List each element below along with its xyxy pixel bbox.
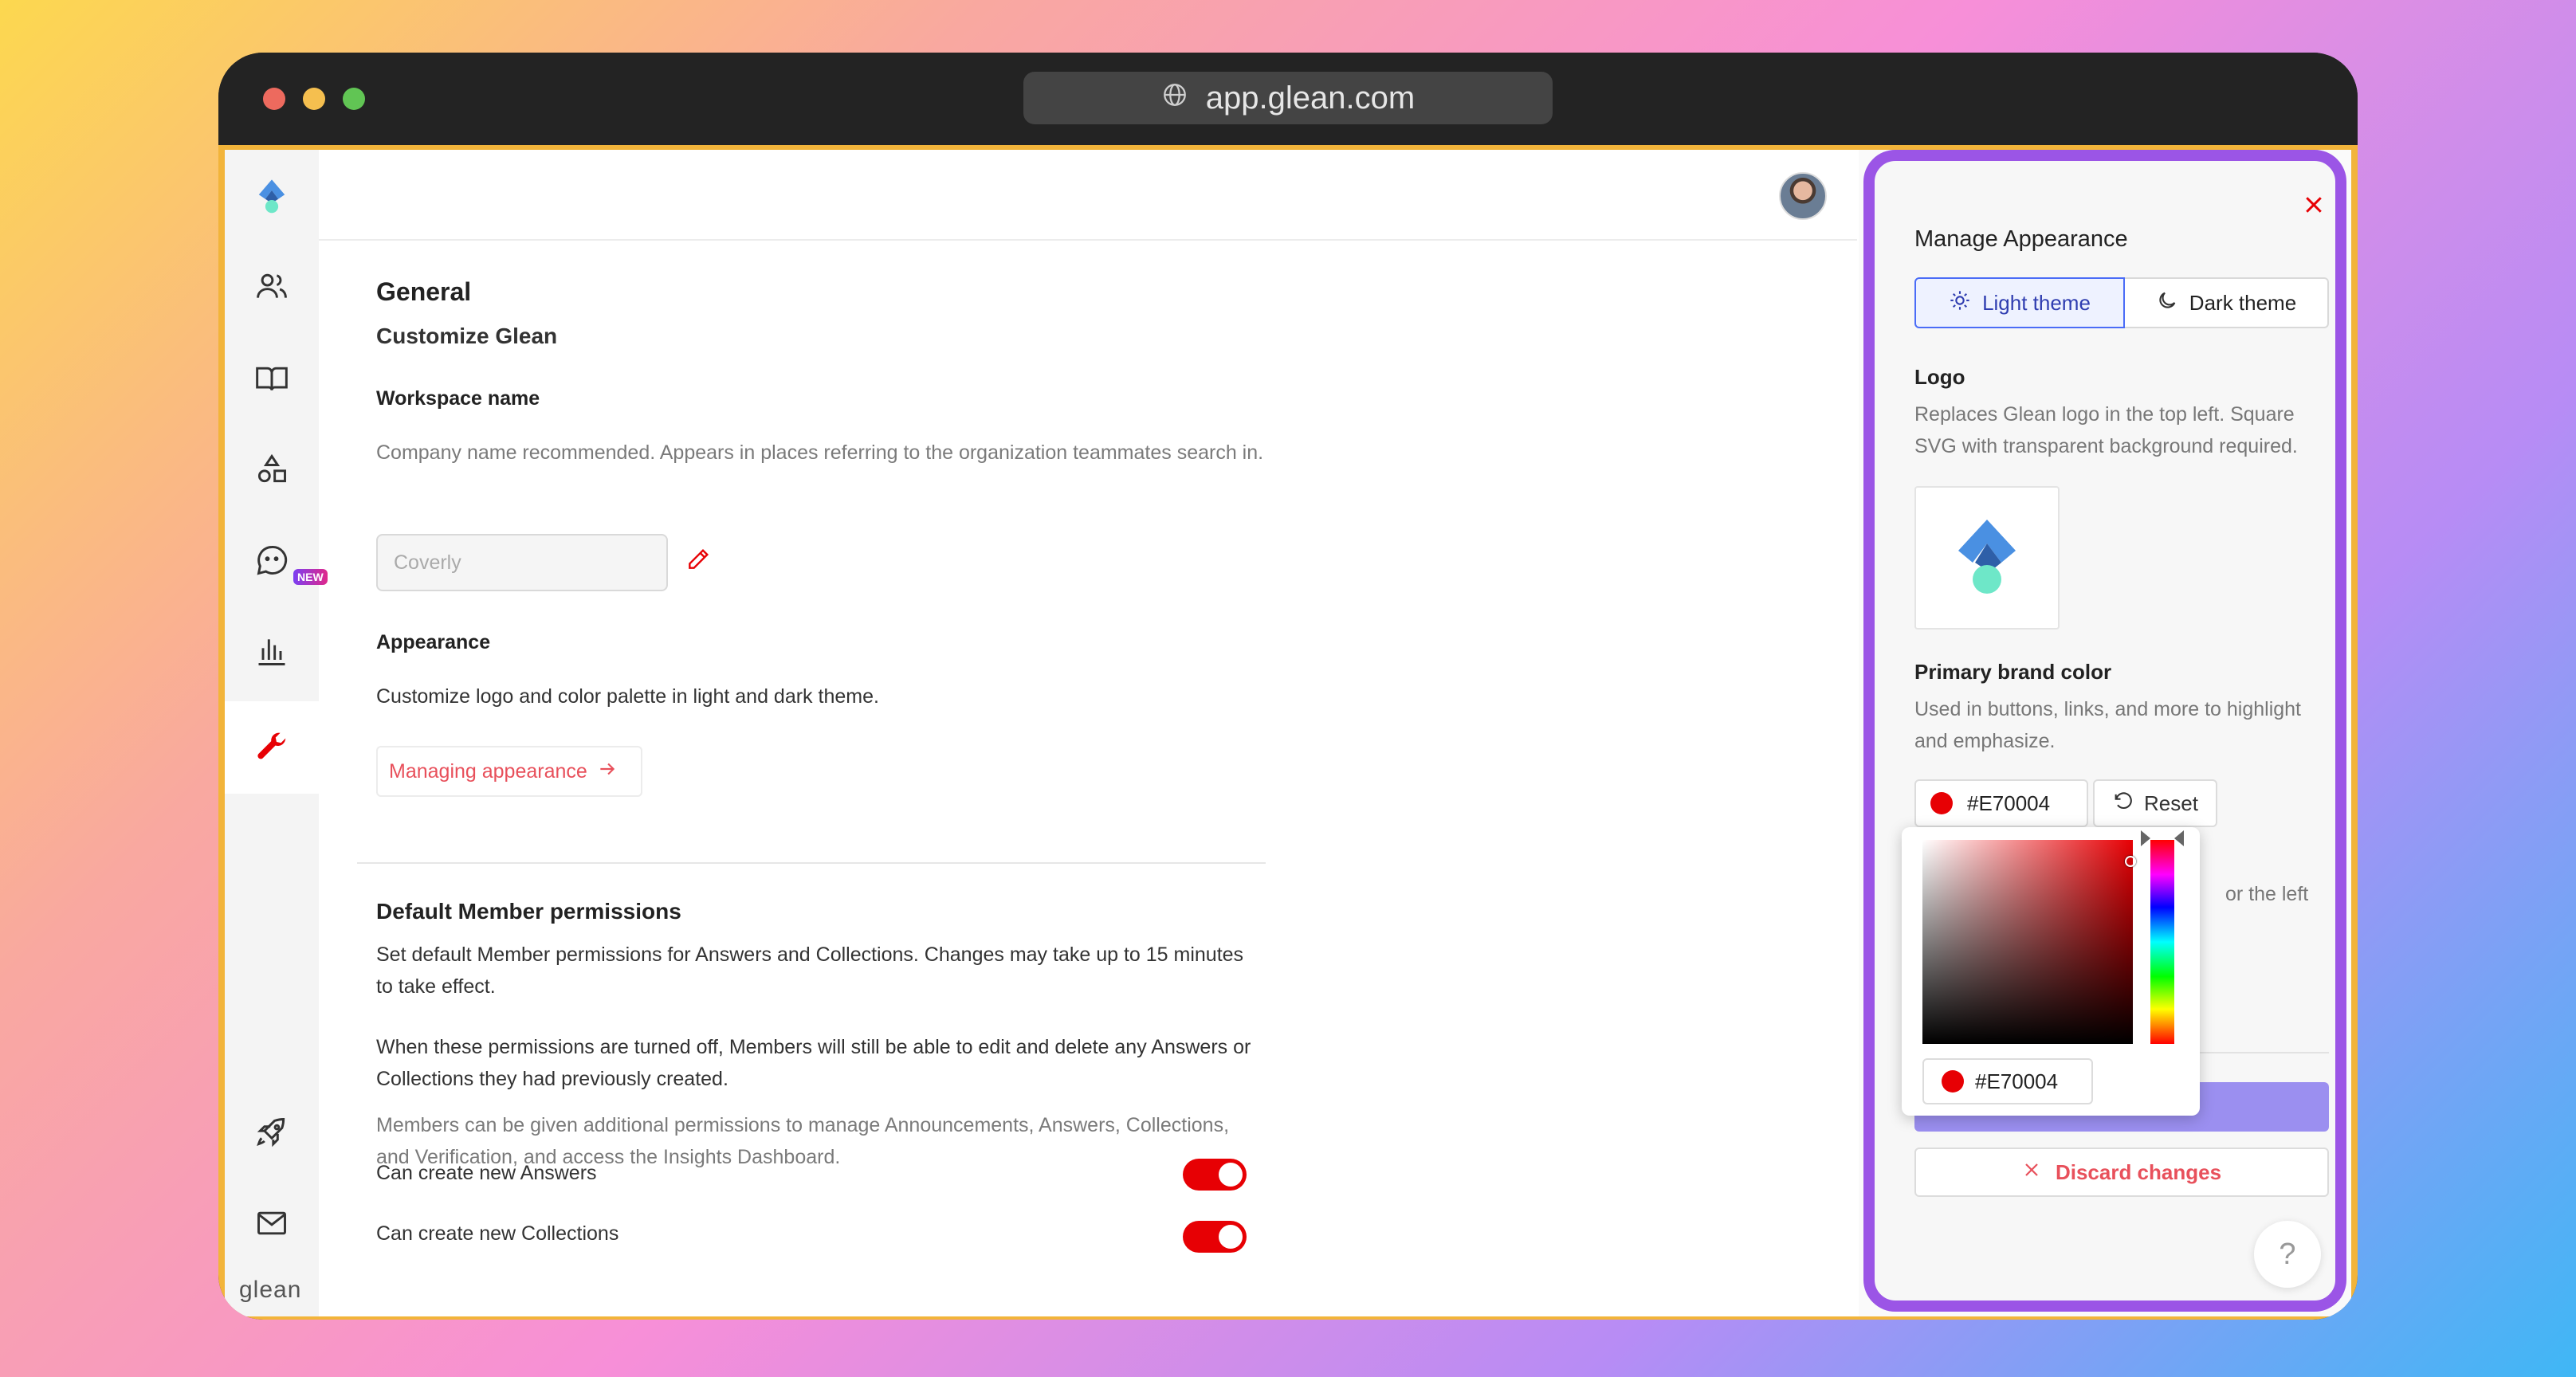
saturation-handle[interactable] xyxy=(2125,856,2136,867)
brand-color-value: #E70004 xyxy=(1967,790,2051,815)
dark-theme-label: Dark theme xyxy=(2189,290,2297,315)
permissions-title: Default Member permissions xyxy=(376,899,681,924)
reset-label: Reset xyxy=(2144,790,2198,815)
hue-slider[interactable] xyxy=(2150,840,2174,1044)
logo-label: Logo xyxy=(1914,365,1965,389)
toggle-create-collections[interactable] xyxy=(1183,1221,1247,1253)
x-icon xyxy=(2022,1160,2041,1185)
minimize-window-button[interactable] xyxy=(303,88,325,110)
book-icon[interactable] xyxy=(249,355,295,402)
dark-theme-tab[interactable]: Dark theme xyxy=(2123,277,2329,328)
sidebar: NEW glean xyxy=(225,150,328,1316)
appearance-label: Appearance xyxy=(376,631,491,653)
managing-appearance-link[interactable]: Managing appearance xyxy=(376,746,642,797)
help-icon: ? xyxy=(2279,1237,2296,1271)
brand-color-description: Used in buttons, links, and more to high… xyxy=(1914,698,2301,752)
workspace-name-input[interactable]: Coverly xyxy=(376,534,668,591)
glean-wordmark: glean xyxy=(239,1277,302,1303)
new-badge: NEW xyxy=(293,569,328,585)
brand-color-label: Primary brand color xyxy=(1914,660,2112,684)
picker-hex-value: #E70004 xyxy=(1975,1069,2059,1093)
bar-chart-icon[interactable] xyxy=(249,628,295,674)
glean-logo-preview-icon xyxy=(1958,520,2016,594)
app-frame: NEW glean General Customize Glean Worksp… xyxy=(218,145,2358,1320)
edit-pencil-icon[interactable] xyxy=(685,547,711,576)
sun-icon xyxy=(1949,289,1971,317)
light-theme-label: Light theme xyxy=(1982,290,2091,315)
workspace-name-label: Workspace name xyxy=(376,387,540,410)
obscured-description-fragment: or the left xyxy=(2225,883,2309,905)
glean-app: NEW glean General Customize Glean Worksp… xyxy=(225,150,2351,1316)
picker-hex-input[interactable]: #E70004 xyxy=(1922,1058,2093,1104)
close-window-button[interactable] xyxy=(263,88,285,110)
glean-logo-icon[interactable] xyxy=(249,174,295,220)
maximize-window-button[interactable] xyxy=(343,88,365,110)
manage-appearance-panel: Manage Appearance Light theme Dark theme… xyxy=(1863,150,2346,1312)
close-icon[interactable] xyxy=(2302,193,2326,221)
permissions-description: Set default Member permissions for Answe… xyxy=(376,944,1244,998)
manage-appearance-panel-container: Manage Appearance Light theme Dark theme… xyxy=(1859,150,2351,1316)
toggle-label-collections: Can create new Collections xyxy=(376,1222,619,1245)
workspace-name-description: Company name recommended. Appears in pla… xyxy=(376,441,1264,464)
light-theme-tab[interactable]: Light theme xyxy=(1914,277,2125,328)
hue-pointer-left-icon[interactable] xyxy=(2141,830,2150,846)
appearance-description: Customize logo and color palette in ligh… xyxy=(376,685,879,708)
section-divider xyxy=(357,862,1266,864)
logo-description: Replaces Glean logo in the top left. Squ… xyxy=(1914,403,2298,457)
mail-icon[interactable] xyxy=(249,1200,295,1246)
url-text: app.glean.com xyxy=(1205,80,1416,116)
moon-icon xyxy=(2156,289,2178,317)
toggle-create-answers[interactable] xyxy=(1183,1159,1247,1191)
globe-icon xyxy=(1161,80,1188,116)
color-picker-popover: #E70004 xyxy=(1902,827,2200,1116)
panel-title: Manage Appearance xyxy=(1914,226,2128,252)
brand-color-field[interactable]: #E70004 xyxy=(1914,779,2088,827)
picker-color-swatch xyxy=(1942,1070,1964,1093)
managing-appearance-label: Managing appearance xyxy=(389,759,587,783)
hue-pointer-right-icon[interactable] xyxy=(2174,830,2184,846)
avatar[interactable] xyxy=(1779,172,1827,220)
rocket-icon[interactable] xyxy=(249,1109,295,1155)
top-bar xyxy=(319,150,1857,241)
browser-window: app.glean.com NEW glean General Customiz… xyxy=(218,53,2358,1320)
wrench-icon[interactable] xyxy=(249,724,295,770)
undo-icon xyxy=(2112,790,2134,818)
toggle-label-answers: Can create new Answers xyxy=(376,1162,597,1184)
logo-preview[interactable] xyxy=(1914,486,2060,630)
shapes-icon[interactable] xyxy=(249,446,295,492)
section-title: Customize Glean xyxy=(376,324,558,348)
reset-button[interactable]: Reset xyxy=(2093,779,2217,827)
permissions-note: When these permissions are turned off, M… xyxy=(376,1036,1251,1090)
discard-changes-button[interactable]: Discard changes xyxy=(1914,1148,2329,1197)
address-bar[interactable]: app.glean.com xyxy=(1023,72,1553,124)
title-bar: app.glean.com xyxy=(218,53,2358,145)
chat-bot-icon[interactable]: NEW xyxy=(249,537,328,585)
help-button[interactable]: ? xyxy=(2254,1221,2321,1288)
people-icon[interactable] xyxy=(249,263,295,309)
arrow-right-icon xyxy=(597,759,618,785)
workspace-name-placeholder: Coverly xyxy=(394,551,461,574)
saturation-value-area[interactable] xyxy=(1922,840,2136,1044)
discard-changes-label: Discard changes xyxy=(2055,1159,2222,1184)
page-title: General xyxy=(376,277,472,306)
color-swatch xyxy=(1930,792,1953,814)
